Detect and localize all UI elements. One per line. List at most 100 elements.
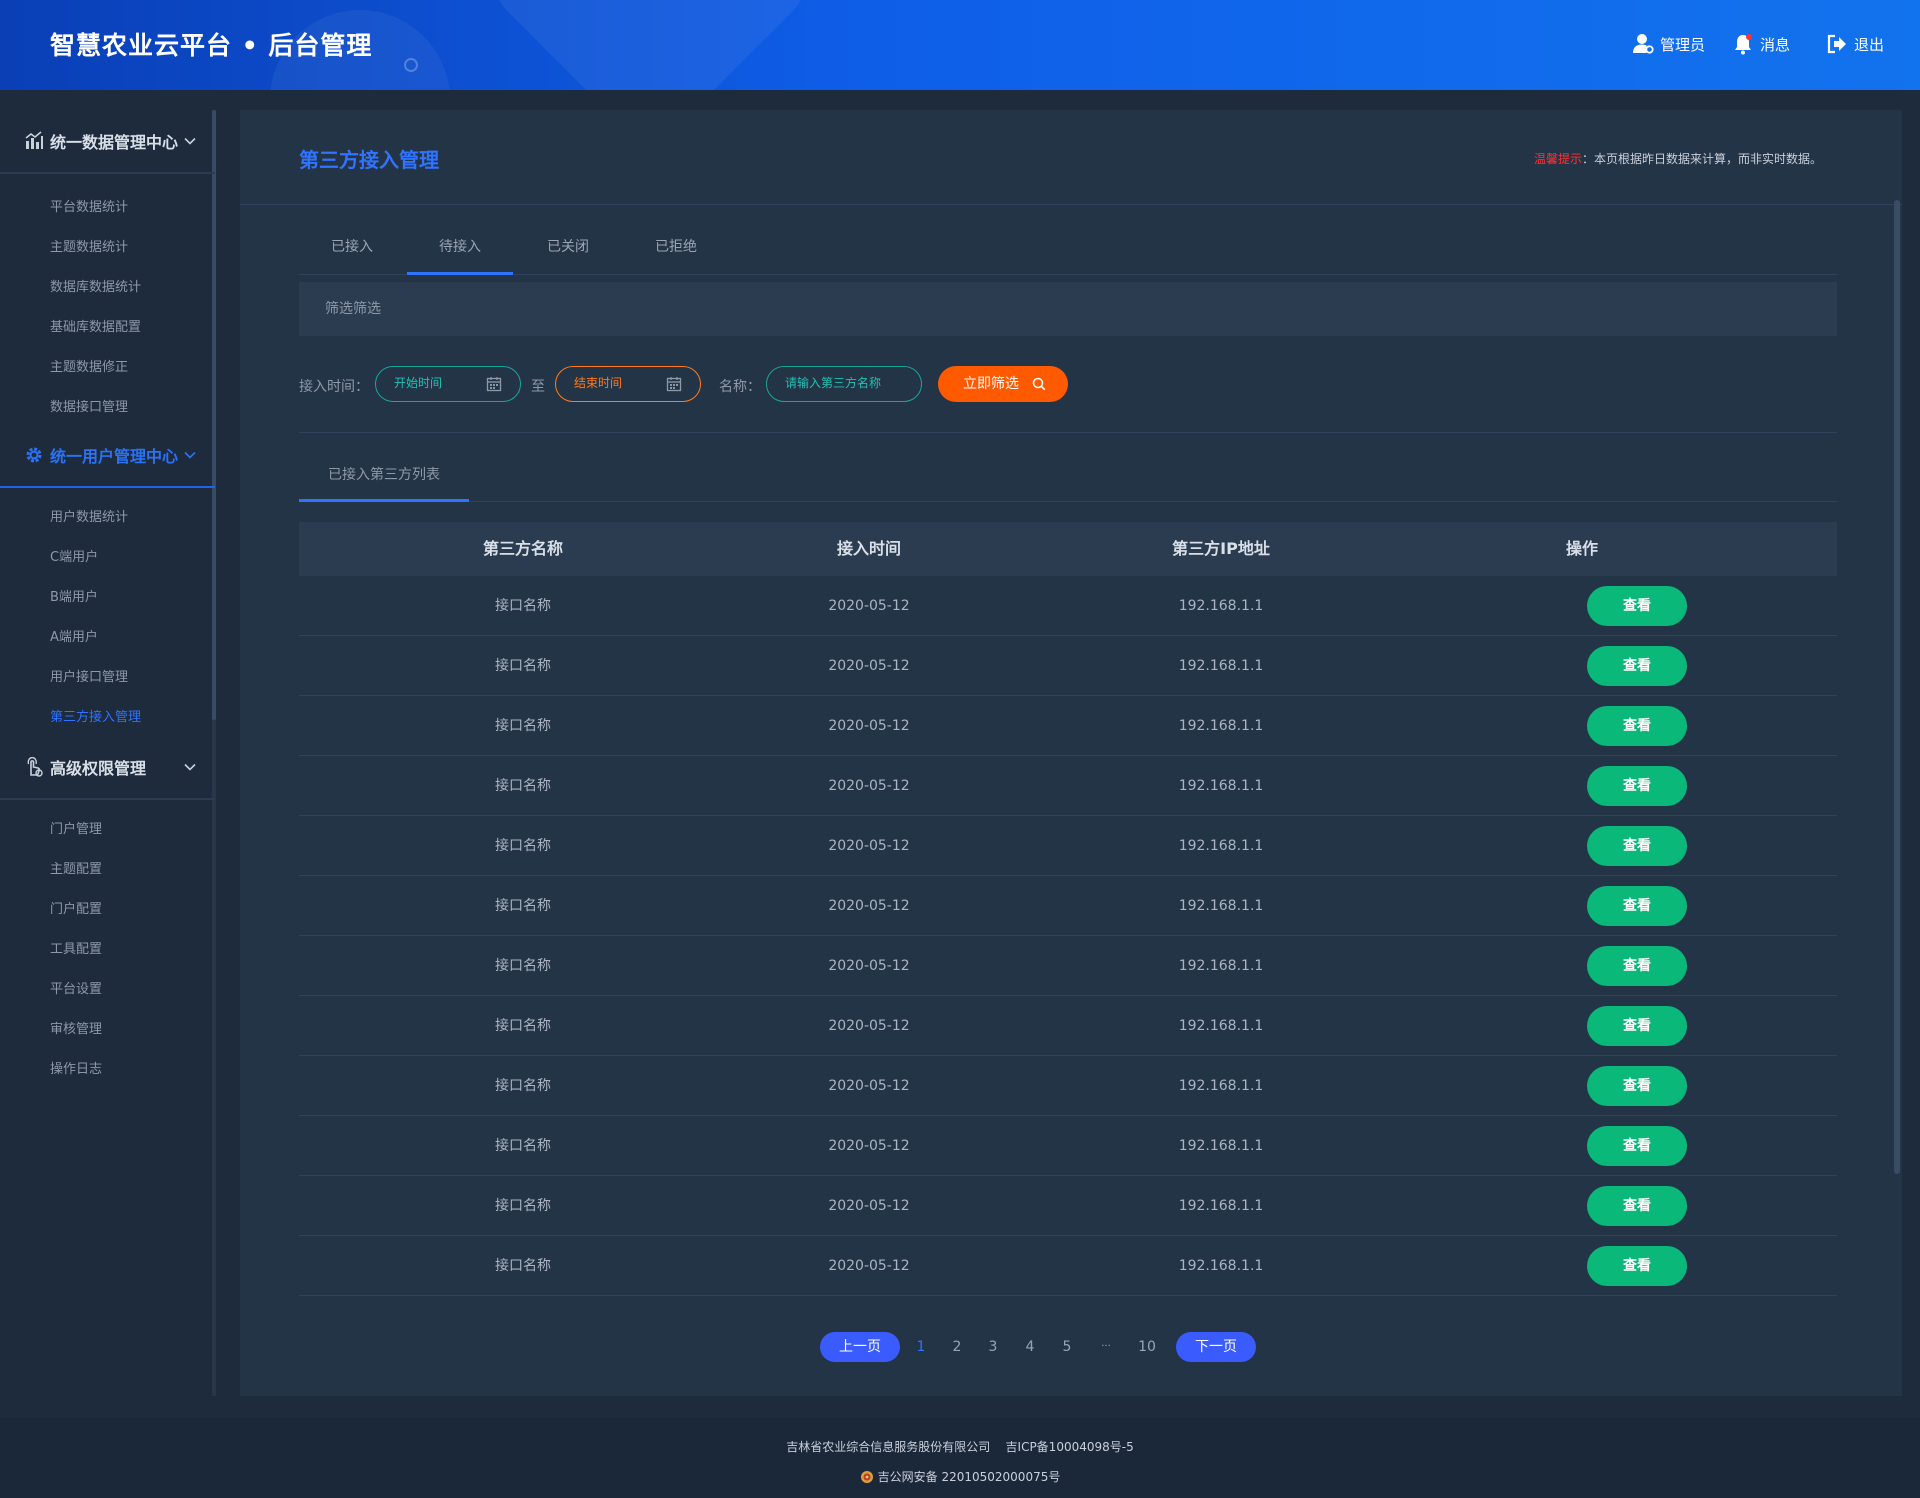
- sidebar-item-user-api[interactable]: 用户接口管理: [50, 666, 128, 685]
- sidebar-group-user-center[interactable]: 统一用户管理中心: [0, 424, 215, 488]
- view-button[interactable]: 查看: [1587, 946, 1687, 986]
- cell-ip: 192.168.1.1: [1178, 1138, 1264, 1154]
- view-button[interactable]: 查看: [1587, 1126, 1687, 1166]
- cell-name: 接口名称: [495, 1018, 551, 1034]
- footer-line-1: 吉林省农业综合信息服务股份有限公司 吉ICP备10004098号-5: [0, 1438, 1920, 1455]
- sidebar-item-operation-log[interactable]: 操作日志: [50, 1058, 102, 1077]
- sidebar-item-portal-config[interactable]: 门户配置: [50, 898, 102, 917]
- page-number-5[interactable]: 5: [1063, 1332, 1072, 1362]
- sidebar-item-portal[interactable]: 门户管理: [50, 818, 102, 837]
- table-row: 接口名称 2020-05-12 192.168.1.1 查看: [299, 756, 1837, 816]
- logout-icon: [1827, 34, 1846, 54]
- status-tabs: 已接入 待接入 已关闭 已拒绝: [299, 220, 1837, 275]
- page-number-1[interactable]: 1: [917, 1332, 926, 1362]
- cell-name: 接口名称: [495, 1078, 551, 1094]
- tip-text: ：本页根据昨日数据来计算，而非实时数据。: [1581, 152, 1822, 166]
- chart-icon: [25, 131, 43, 149]
- sidebar-item-database-stats[interactable]: 数据库数据统计: [50, 276, 141, 295]
- admin-button[interactable]: 管理员: [1632, 33, 1705, 55]
- view-button[interactable]: 查看: [1587, 586, 1687, 626]
- calendar-icon[interactable]: [666, 376, 682, 392]
- footer-icp[interactable]: 吉ICP备10004098号-5: [1006, 1440, 1134, 1454]
- main-scrollbar[interactable]: [1894, 200, 1900, 1174]
- filter-submit-label: 立即筛选: [963, 376, 1019, 392]
- sidebar-item-platform-settings[interactable]: 平台设置: [50, 978, 102, 997]
- cell-time: 2020-05-12: [828, 898, 910, 914]
- footer-police-record[interactable]: 吉公网安备 22010502000075号: [878, 1468, 1061, 1485]
- sidebar-item-third-party[interactable]: 第三方接入管理: [50, 706, 141, 725]
- column-header-ip: 第三方IP地址: [1172, 539, 1270, 558]
- table-row: 接口名称 2020-05-12 192.168.1.1 查看: [299, 576, 1837, 636]
- sidebar-item-platform-stats[interactable]: 平台数据统计: [50, 196, 128, 215]
- view-button[interactable]: 查看: [1587, 766, 1687, 806]
- logout-label: 退出: [1854, 35, 1885, 54]
- divider: [299, 432, 1837, 433]
- view-button[interactable]: 查看: [1587, 886, 1687, 926]
- sidebar-item-base-config[interactable]: 基础库数据配置: [50, 316, 141, 335]
- prev-page-button[interactable]: 上一页: [820, 1332, 900, 1362]
- bell-icon: [1735, 34, 1752, 55]
- app-title: 智慧农业云平台 • 后台管理: [50, 31, 373, 60]
- sidebar-group-permissions[interactable]: 高级权限管理: [0, 736, 215, 800]
- gear-icon: [26, 447, 42, 463]
- view-button[interactable]: 查看: [1587, 826, 1687, 866]
- sidebar-item-data-api[interactable]: 数据接口管理: [50, 396, 128, 415]
- page-number-10[interactable]: 10: [1138, 1332, 1156, 1362]
- end-time-placeholder: 结束时间: [574, 376, 623, 390]
- search-icon: [1032, 377, 1046, 391]
- cell-name: 接口名称: [495, 838, 551, 854]
- column-header-action: 操作: [1565, 539, 1599, 558]
- end-time-input[interactable]: 结束时间: [555, 366, 701, 402]
- sidebar-item-a-users[interactable]: A端用户: [50, 626, 98, 645]
- to-label: 至: [531, 379, 545, 395]
- table-row: 接口名称 2020-05-12 192.168.1.1 查看: [299, 1176, 1837, 1236]
- view-button[interactable]: 查看: [1587, 706, 1687, 746]
- chevron-down-icon: [184, 763, 196, 771]
- name-search-input[interactable]: 请输入第三方名称: [766, 366, 922, 402]
- view-button[interactable]: 查看: [1587, 1066, 1687, 1106]
- sidebar-item-c-users[interactable]: C端用户: [50, 546, 98, 565]
- filter-submit-button[interactable]: 立即筛选: [938, 366, 1068, 402]
- table-row: 接口名称 2020-05-12 192.168.1.1 查看: [299, 696, 1837, 756]
- sidebar-scrollbar-thumb[interactable]: [212, 110, 216, 720]
- cell-ip: 192.168.1.1: [1178, 1078, 1264, 1094]
- cell-time: 2020-05-12: [828, 958, 910, 974]
- tab-connected[interactable]: 已接入: [299, 220, 405, 275]
- calendar-icon[interactable]: [486, 376, 502, 392]
- sidebar-item-audit[interactable]: 审核管理: [50, 1018, 102, 1037]
- start-time-input[interactable]: 开始时间: [375, 366, 521, 402]
- tab-connected-list[interactable]: 已接入第三方列表: [299, 452, 469, 502]
- footer: 吉林省农业综合信息服务股份有限公司 吉ICP备10004098号-5 吉公网安备…: [0, 1418, 1920, 1498]
- sidebar-item-b-users[interactable]: B端用户: [50, 586, 98, 605]
- sidebar-item-topic-stats[interactable]: 主题数据统计: [50, 236, 128, 255]
- tab-rejected[interactable]: 已拒绝: [623, 220, 729, 275]
- tab-pending[interactable]: 待接入: [407, 220, 513, 275]
- page-number-4[interactable]: 4: [1026, 1332, 1035, 1362]
- cell-time: 2020-05-12: [828, 658, 910, 674]
- cell-time: 2020-05-12: [828, 778, 910, 794]
- logout-button[interactable]: 退出: [1826, 33, 1884, 55]
- sidebar-item-tool-config[interactable]: 工具配置: [50, 938, 102, 957]
- cell-time: 2020-05-12: [828, 1198, 910, 1214]
- chevron-down-icon: [184, 451, 196, 459]
- view-button[interactable]: 查看: [1587, 1186, 1687, 1226]
- cell-name: 接口名称: [495, 958, 551, 974]
- view-button[interactable]: 查看: [1587, 646, 1687, 686]
- messages-label: 消息: [1760, 35, 1791, 54]
- cell-time: 2020-05-12: [828, 1138, 910, 1154]
- view-button[interactable]: 查看: [1587, 1246, 1687, 1286]
- view-button[interactable]: 查看: [1587, 1006, 1687, 1046]
- next-page-button[interactable]: 下一页: [1176, 1332, 1256, 1362]
- tip-notice: 温馨提示：本页根据昨日数据来计算，而非实时数据。: [1534, 150, 1822, 167]
- sidebar-item-user-stats[interactable]: 用户数据统计: [50, 506, 128, 525]
- sidebar-group-data-center[interactable]: 统一数据管理中心: [0, 110, 215, 174]
- cell-ip: 192.168.1.1: [1178, 838, 1264, 854]
- page-number-3[interactable]: 3: [989, 1332, 998, 1362]
- cell-ip: 192.168.1.1: [1178, 718, 1264, 734]
- sidebar-item-theme-config[interactable]: 主题配置: [50, 858, 102, 877]
- sidebar-item-topic-fix[interactable]: 主题数据修正: [50, 356, 128, 375]
- messages-button[interactable]: 消息: [1732, 33, 1790, 55]
- main-panel: 第三方接入管理 温馨提示：本页根据昨日数据来计算，而非实时数据。 已接入 待接入…: [240, 110, 1902, 1396]
- tab-closed[interactable]: 已关闭: [515, 220, 621, 275]
- page-number-2[interactable]: 2: [953, 1332, 962, 1362]
